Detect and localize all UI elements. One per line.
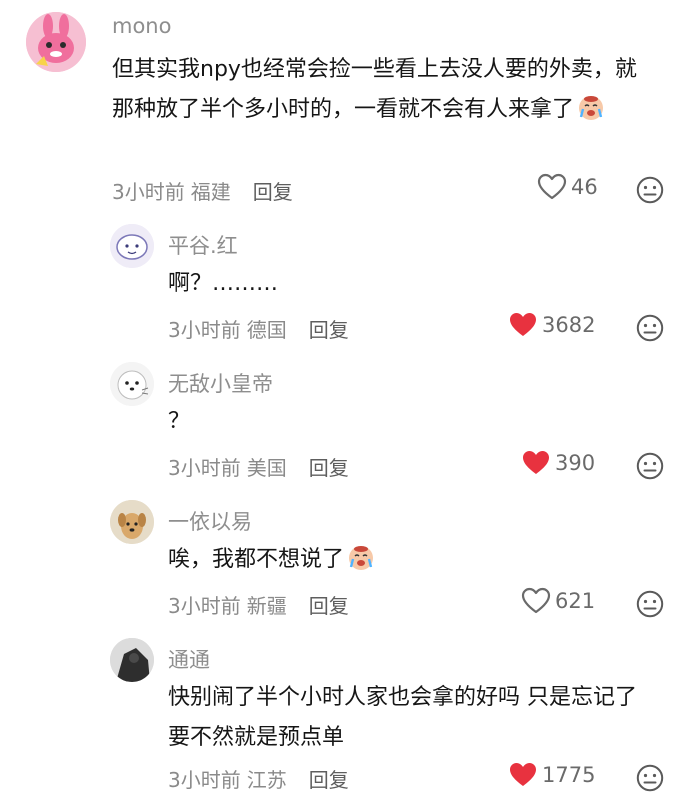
comment-text-body: 啊？………	[168, 271, 279, 296]
like-button[interactable]: 3682	[508, 311, 595, 338]
username[interactable]: 通通	[168, 644, 210, 674]
avatar[interactable]	[110, 500, 154, 544]
comment-meta: 3小时前 福建 回复	[112, 176, 293, 205]
username[interactable]: 平谷.红	[168, 230, 238, 260]
comment-meta: 3小时前 江苏 回复	[168, 764, 349, 793]
avatar[interactable]	[26, 12, 86, 72]
comment-time: 3小时前	[112, 180, 185, 204]
avatar[interactable]	[110, 638, 154, 682]
heart-outline-icon	[537, 173, 567, 200]
like-count: 46	[571, 174, 598, 199]
heart-outline-icon	[521, 587, 551, 614]
comment-text: 唉，我都不想说了	[168, 540, 638, 580]
doodle-face-avatar-icon	[110, 224, 154, 268]
dislike-face-icon[interactable]	[636, 176, 664, 204]
like-count: 1775	[542, 762, 596, 787]
like-count: 3682	[542, 312, 596, 337]
username[interactable]: 无敌小皇帝	[168, 368, 273, 398]
heart-filled-icon	[510, 313, 536, 336]
like-count: 390	[555, 450, 596, 475]
comment-location: 新疆	[246, 594, 287, 618]
comment-text: 快别闹了半个小时人家也会拿的好吗 只是忘记了要不然就是预点单	[168, 678, 658, 758]
comment-meta: 3小时前 德国 回复	[168, 314, 349, 343]
dislike-face-icon[interactable]	[636, 590, 664, 618]
comment-location: 德国	[246, 318, 287, 342]
dislike-face-icon[interactable]	[636, 452, 664, 480]
avatar[interactable]	[110, 362, 154, 406]
comment-item: mono 但其实我npy也经常会捡一些看上去没人要的外卖，就那种放了半个多小时的…	[0, 0, 690, 210]
reply-item: 一依以易 唉，我都不想说了 3小时前 新疆 回复 621	[0, 488, 690, 626]
reply-button[interactable]: 回复	[309, 314, 349, 343]
comment-text-body: ？	[168, 409, 191, 434]
comment-text: 啊？………	[168, 264, 638, 304]
comment-time: 3小时前	[168, 768, 241, 792]
comment-location: 江苏	[246, 768, 287, 792]
reply-item: 平谷.红 啊？……… 3小时前 德国 回复 3682	[0, 210, 690, 350]
dark-photo-avatar-icon	[110, 638, 154, 682]
like-button[interactable]: 390	[521, 449, 595, 476]
reply-item: 通通 快别闹了半个小时人家也会拿的好吗 只是忘记了要不然就是预点单 3小时前 江苏…	[0, 626, 690, 796]
avatar[interactable]	[110, 224, 154, 268]
dog-avatar-icon	[110, 500, 154, 544]
dislike-face-icon[interactable]	[636, 314, 664, 342]
comment-text-body: 但其实我npy也经常会捡一些看上去没人要的外卖，就那种放了半个多小时的，一看就不…	[112, 57, 637, 122]
dislike-face-icon[interactable]	[636, 764, 664, 792]
comment-meta: 3小时前 美国 回复	[168, 452, 349, 481]
comment-time: 3小时前	[168, 318, 241, 342]
reply-button[interactable]: 回复	[309, 590, 349, 619]
like-button[interactable]: 46	[537, 173, 598, 200]
username[interactable]: mono	[112, 14, 171, 38]
comment-location: 美国	[246, 456, 287, 480]
crying-face-emoji-icon	[579, 96, 604, 120]
pink-rabbit-avatar-icon	[26, 12, 86, 72]
reply-button[interactable]: 回复	[309, 452, 349, 481]
comment-text-body: 唉，我都不想说了	[168, 547, 345, 572]
reply-item: 无敌小皇帝 ？ 3小时前 美国 回复 390	[0, 350, 690, 488]
username[interactable]: 一依以易	[168, 506, 252, 536]
like-count: 621	[555, 588, 596, 613]
like-button[interactable]: 621	[521, 587, 595, 614]
crying-face-emoji-icon	[349, 546, 374, 570]
reply-button[interactable]: 回复	[253, 176, 293, 205]
comment-location: 福建	[190, 180, 231, 204]
comment-text: 但其实我npy也经常会捡一些看上去没人要的外卖，就那种放了半个多小时的，一看就不…	[112, 50, 652, 130]
comment-time: 3小时前	[168, 456, 241, 480]
comment-text: ？	[168, 402, 638, 442]
heart-filled-icon	[510, 763, 536, 786]
comment-meta: 3小时前 新疆 回复	[168, 590, 349, 619]
comment-time: 3小时前	[168, 594, 241, 618]
comment-text-body: 快别闹了半个小时人家也会拿的好吗 只是忘记了要不然就是预点单	[168, 685, 637, 750]
reply-button[interactable]: 回复	[309, 764, 349, 793]
heart-filled-icon	[523, 451, 549, 474]
white-puppy-avatar-icon	[110, 362, 154, 406]
like-button[interactable]: 1775	[508, 761, 595, 788]
